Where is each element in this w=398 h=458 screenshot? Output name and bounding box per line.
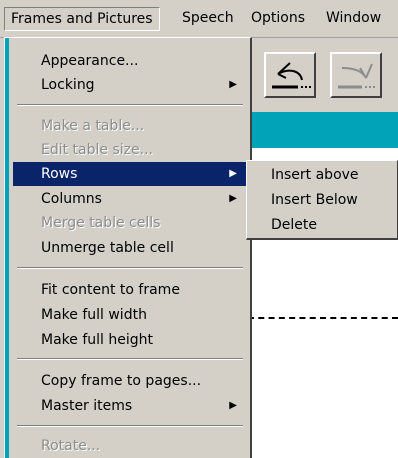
menu-item-make-full-width[interactable]: Make full width bbox=[13, 303, 247, 327]
menu-item-copy-frame-to-pages[interactable]: Copy frame to pages... bbox=[13, 369, 247, 393]
undo-icon bbox=[272, 62, 311, 89]
menu-separator bbox=[17, 104, 243, 106]
menu-item-rotate: Rotate... bbox=[41, 438, 101, 454]
submenu-item-insert-below[interactable]: Insert Below bbox=[249, 188, 395, 213]
menu-speech[interactable]: Speech bbox=[176, 7, 240, 29]
menu-item-edit-table-size: Edit table size... bbox=[41, 142, 153, 158]
redo-icon bbox=[338, 63, 375, 89]
submenu-item-delete[interactable]: Delete bbox=[249, 213, 395, 238]
frame-guide-line bbox=[248, 317, 398, 319]
menu-item-unmerge-table-cell[interactable]: Unmerge table cell bbox=[13, 236, 247, 260]
menu-item-appearance[interactable]: Appearance... bbox=[13, 49, 247, 73]
menu-item-make-full-height[interactable]: Make full height bbox=[13, 328, 247, 352]
menu-item-locking[interactable]: Locking ▶ bbox=[13, 73, 247, 97]
frames-and-pictures-menu: Appearance... Locking ▶ Make a table... E… bbox=[4, 37, 252, 458]
menu-bar: Frames and Pictures Speech Options Windo… bbox=[0, 0, 398, 38]
submenu-arrow-icon: ▶ bbox=[229, 168, 237, 179]
submenu-arrow-icon: ▶ bbox=[229, 193, 237, 204]
undo-button[interactable] bbox=[264, 52, 316, 98]
menu-item-fit-content-to-frame[interactable]: Fit content to frame bbox=[13, 278, 247, 302]
menu-separator bbox=[17, 267, 243, 269]
menu-separator bbox=[17, 358, 243, 360]
menu-item-merge-table-cells: Merge table cells bbox=[41, 215, 161, 231]
redo-button[interactable] bbox=[330, 52, 382, 98]
menu-item-columns[interactable]: Columns ▶ bbox=[13, 187, 247, 211]
menu-item-rows[interactable]: Rows ▶ bbox=[13, 162, 247, 186]
toolbar bbox=[248, 38, 398, 112]
submenu-arrow-icon: ▶ bbox=[229, 79, 237, 90]
menu-frames-and-pictures[interactable]: Frames and Pictures bbox=[4, 7, 160, 31]
menu-options[interactable]: Options bbox=[245, 7, 311, 29]
menu-item-make-a-table: Make a table... bbox=[41, 118, 145, 134]
title-band bbox=[248, 112, 398, 148]
menu-separator bbox=[17, 425, 243, 427]
menu-window[interactable]: Window bbox=[320, 7, 387, 29]
rows-submenu: Insert above Insert Below Delete bbox=[246, 160, 398, 240]
submenu-item-insert-above[interactable]: Insert above bbox=[249, 163, 395, 188]
submenu-arrow-icon: ▶ bbox=[229, 400, 237, 411]
menu-item-master-items[interactable]: Master items ▶ bbox=[13, 394, 247, 418]
